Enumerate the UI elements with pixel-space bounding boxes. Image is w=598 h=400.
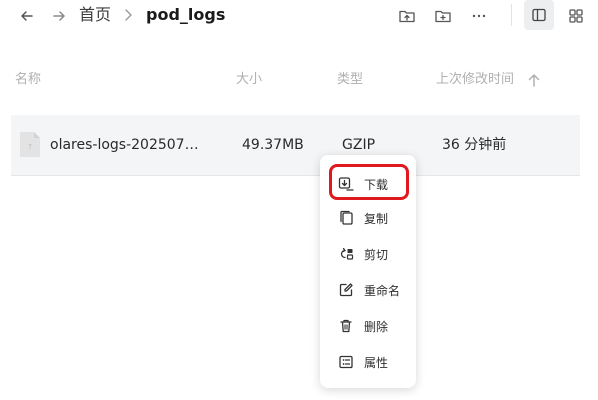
menu-item-label: 剪切 <box>364 247 389 262</box>
column-header-size[interactable]: 大小 <box>236 71 262 89</box>
forward-button[interactable] <box>48 5 70 27</box>
download-highlight-box <box>329 164 409 200</box>
menu-item-label: 属性 <box>364 355 389 370</box>
more-button[interactable] <box>468 5 490 27</box>
breadcrumb-current: pod_logs <box>146 5 226 24</box>
file-size: 49.37MB <box>242 137 304 153</box>
file-name: olares-logs-202507… <box>50 137 199 153</box>
menu-item-label: 复制 <box>364 211 389 226</box>
grid-view-icon <box>569 9 583 23</box>
upload-folder-icon <box>399 10 415 23</box>
arrow-right-icon <box>53 11 65 21</box>
new-folder-icon <box>435 10 451 23</box>
file-modified: 36 分钟前 <box>442 137 507 153</box>
rename-icon <box>338 282 354 298</box>
menu-item-cut[interactable]: 剪切 <box>330 241 410 267</box>
properties-icon <box>338 354 354 370</box>
breadcrumb-separator-icon <box>122 8 134 22</box>
copy-icon <box>338 210 354 226</box>
grid-view-button[interactable] <box>565 5 587 27</box>
menu-item-delete[interactable]: 删除 <box>330 313 410 339</box>
toolbar-divider <box>511 4 512 26</box>
sidebar-panel-icon <box>532 8 546 22</box>
arrow-left-icon <box>21 11 33 21</box>
column-header-modified[interactable]: 上次修改时间 <box>436 71 514 89</box>
menu-item-label: 删除 <box>364 319 389 334</box>
sidebar-panel-button[interactable] <box>524 0 554 30</box>
svg-text:?: ? <box>28 143 32 151</box>
file-icon: ? <box>19 131 41 158</box>
cut-icon <box>338 246 354 262</box>
sort-ascending-icon[interactable] <box>526 72 542 88</box>
menu-item-rename[interactable]: 重命名 <box>330 277 410 303</box>
column-header-type[interactable]: 类型 <box>337 71 363 89</box>
upload-folder-button[interactable] <box>396 5 418 27</box>
column-header-name[interactable]: 名称 <box>15 71 41 89</box>
menu-item-label: 重命名 <box>364 283 401 298</box>
delete-icon <box>338 318 354 334</box>
menu-item-properties[interactable]: 属性 <box>330 349 410 375</box>
more-icon <box>472 14 486 18</box>
new-folder-button[interactable] <box>432 5 454 27</box>
menu-item-copy[interactable]: 复制 <box>330 205 410 231</box>
breadcrumb-home[interactable]: 首页 <box>79 5 111 25</box>
back-button[interactable] <box>16 5 38 27</box>
file-type: GZIP <box>342 137 376 153</box>
